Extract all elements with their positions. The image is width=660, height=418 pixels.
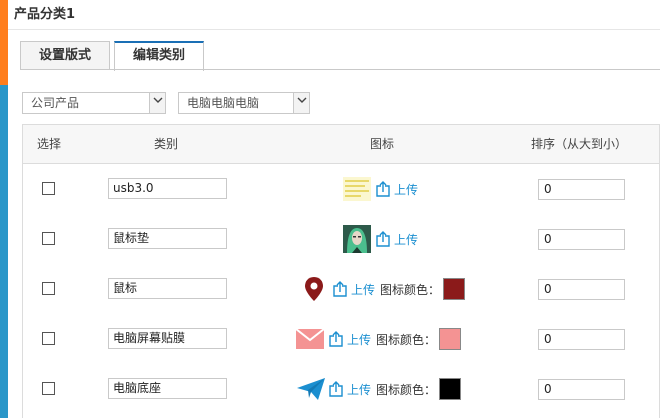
upload-icon [329, 331, 343, 347]
category-select[interactable]: 电脑电脑电脑 [178, 92, 310, 114]
category-select-value: 电脑电脑电脑 [187, 96, 260, 110]
upload-button[interactable]: 上传 [375, 181, 418, 198]
icon-color-label: 图标颜色： [380, 282, 441, 297]
upload-icon [376, 231, 390, 247]
icon-color-swatch[interactable] [439, 328, 462, 350]
icon-color-swatch[interactable] [439, 378, 462, 400]
row-select-checkbox[interactable] [42, 382, 55, 395]
upload-label: 上传 [394, 182, 419, 197]
category-name-input[interactable]: 鼠标垫 [108, 228, 227, 249]
upload-icon [333, 281, 347, 297]
table-row: 鼠标 上传 图标颜色： 0 [23, 264, 659, 314]
tab-layout-settings[interactable]: 设置版式 [20, 41, 111, 70]
paper-plane-icon [297, 378, 325, 400]
table-row: 电脑底座 上传 图标颜色： 0 [23, 364, 659, 414]
upload-icon [329, 381, 343, 397]
icon-cell: 上传 图标颜色： [302, 264, 466, 314]
left-accent-strip [0, 0, 8, 418]
image-thumbnail-icon [343, 177, 371, 201]
panel-title: 产品分类1 [8, 0, 660, 30]
header-order: 排序（从大到小） [531, 137, 628, 151]
icon-cell: 上传 图标颜色： [296, 364, 462, 414]
category-table: 选择 类别 图标 排序（从大到小） usb3.0 上传 0 鼠标垫 上传 0 鼠… [22, 124, 660, 418]
order-input[interactable]: 0 [538, 329, 625, 350]
category-name-input[interactable]: 鼠标 [108, 278, 227, 299]
icon-cell: 上传 [343, 164, 418, 214]
left-accent-orange [0, 0, 8, 85]
row-select-checkbox[interactable] [42, 282, 55, 295]
upload-label: 上传 [351, 282, 376, 297]
header-category: 类别 [154, 137, 179, 151]
tab-underline [20, 69, 660, 70]
icon-color-label: 图标颜色： [376, 382, 437, 397]
category-name-input[interactable]: 电脑底座 [108, 378, 227, 399]
company-select[interactable]: 公司产品 [22, 92, 166, 114]
tab-edit-category[interactable]: 编辑类别 [114, 41, 205, 71]
envelope-icon [296, 329, 324, 349]
upload-button[interactable]: 上传 [332, 281, 375, 298]
table-header: 选择 类别 图标 排序（从大到小） [23, 125, 659, 164]
map-marker-icon [305, 277, 323, 301]
upload-label: 上传 [394, 232, 419, 247]
tab-bar: 设置版式 编辑类别 [20, 41, 208, 71]
upload-button[interactable]: 上传 [328, 331, 371, 348]
row-select-checkbox[interactable] [42, 182, 55, 195]
filter-bar: 公司产品 电脑电脑电脑 [22, 92, 322, 114]
chevron-down-icon[interactable] [149, 93, 165, 113]
icon-cell: 上传 [343, 214, 418, 264]
header-icon: 图标 [370, 137, 395, 151]
upload-label: 上传 [347, 382, 372, 397]
row-select-checkbox[interactable] [42, 232, 55, 245]
row-select-checkbox[interactable] [42, 332, 55, 345]
icon-color-swatch[interactable] [443, 278, 466, 300]
icon-cell: 上传 图标颜色： [296, 314, 462, 364]
upload-button[interactable]: 上传 [375, 231, 418, 248]
icon-color-label: 图标颜色： [376, 332, 437, 347]
order-input[interactable]: 0 [538, 379, 625, 400]
category-name-input[interactable]: usb3.0 [108, 178, 227, 199]
upload-button[interactable]: 上传 [328, 381, 371, 398]
order-input[interactable]: 0 [538, 229, 625, 250]
upload-label: 上传 [347, 332, 372, 347]
upload-icon [376, 181, 390, 197]
category-name-input[interactable]: 电脑屏幕贴膜 [108, 328, 227, 349]
company-select-value: 公司产品 [31, 96, 80, 110]
edit-panel: 产品分类1 设置版式 编辑类别 公司产品 电脑电脑电脑 选择 类别 图标 排序（… [8, 0, 660, 418]
table-row: 鼠标垫 上传 0 [23, 214, 659, 264]
table-row: 电脑屏幕贴膜 上传 图标颜色： 0 [23, 314, 659, 364]
order-input[interactable]: 0 [538, 279, 625, 300]
order-input[interactable]: 0 [538, 179, 625, 200]
avatar-image-icon [343, 225, 371, 253]
chevron-down-icon[interactable] [293, 93, 309, 113]
table-row: usb3.0 上传 0 [23, 164, 659, 214]
header-select: 选择 [37, 137, 62, 151]
